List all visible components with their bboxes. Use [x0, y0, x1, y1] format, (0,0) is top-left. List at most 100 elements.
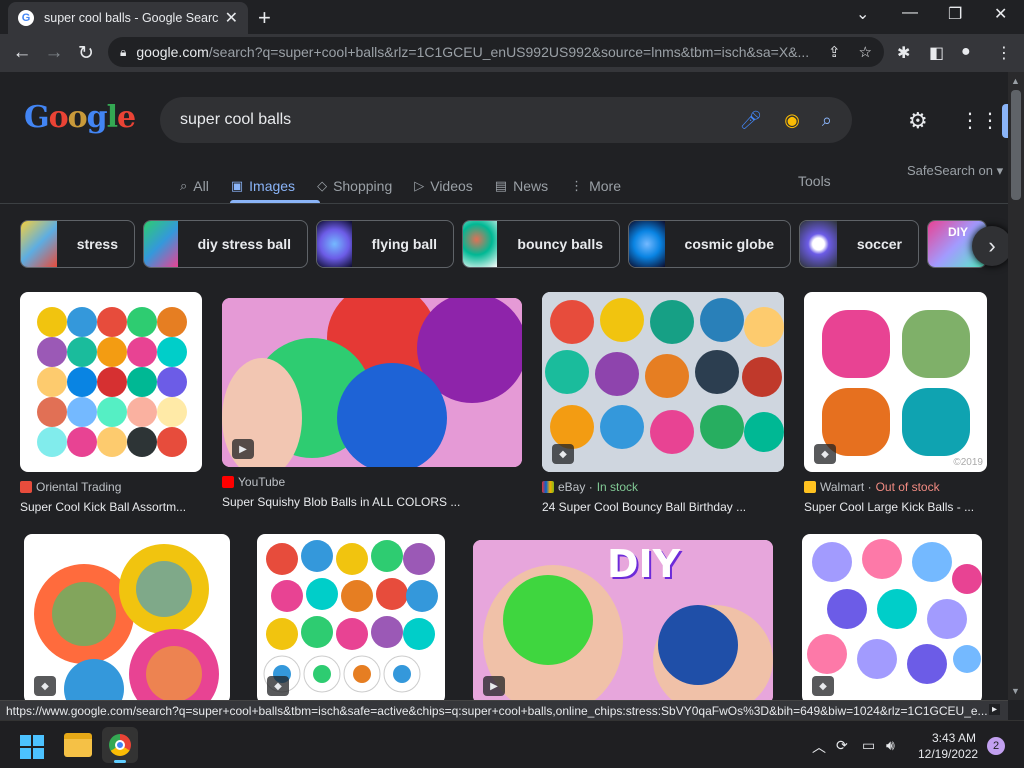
video-play-icon: ▶: [483, 676, 505, 696]
source-favicon-icon: [20, 481, 32, 493]
image-result-card[interactable]: ▶ YouTube Super Squishy Blob Balls in AL…: [222, 298, 522, 509]
chip-flying-ball[interactable]: flying ball: [316, 220, 454, 268]
scroll-down-arrow-icon[interactable]: ▼: [1011, 686, 1020, 696]
close-window-button[interactable]: ✕: [994, 4, 1007, 24]
image-result-card[interactable]: ◆ ©2019 Walmart · Out of stock Super Cool…: [804, 292, 987, 514]
chips-next-arrow-icon[interactable]: ›: [972, 226, 1008, 266]
image-result-card[interactable]: Oriental Trading Super Cool Kick Ball As…: [20, 292, 202, 514]
result-source: Oriental Trading: [20, 480, 202, 494]
image-result-card[interactable]: ◆: [257, 534, 445, 700]
result-image[interactable]: ◆: [802, 534, 982, 700]
profile-icon[interactable]: ●: [961, 43, 971, 61]
image-result-card[interactable]: ◆: [24, 534, 230, 700]
chip-soccer[interactable]: soccer: [799, 220, 919, 268]
extensions-icon[interactable]: ✱: [897, 43, 910, 63]
chip-thumbnail: [317, 221, 352, 267]
google-doodle-logo[interactable]: Google: [24, 100, 136, 135]
chip-thumbnail: [21, 221, 57, 267]
back-button[interactable]: ←: [6, 42, 38, 64]
image-result-card[interactable]: ◆: [802, 534, 982, 700]
result-image[interactable]: [20, 292, 202, 472]
image-result-card[interactable]: ◆ eBay · In stock 24 Super Cool Bouncy Ba…: [542, 292, 784, 514]
minimize-button[interactable]: —: [902, 4, 918, 22]
kick-balls-illustration: [37, 307, 187, 457]
safesearch-toggle[interactable]: SafeSearch on ▾: [907, 163, 1003, 179]
browser-tab-strip: G super cool balls - Google Search ✕ + ⌄…: [0, 0, 1024, 34]
lock-icon[interactable]: 🔒︎: [120, 45, 126, 60]
result-image[interactable]: ▶: [222, 298, 522, 467]
play-icon: ▷: [414, 178, 425, 193]
result-source: Walmart · Out of stock: [804, 480, 987, 494]
lens-camera-icon[interactable]: ◉: [784, 110, 800, 131]
share-icon[interactable]: ⇪: [828, 43, 841, 61]
tools-button[interactable]: Tools: [798, 173, 831, 189]
url-text[interactable]: google.com/search?q=super+cool+balls&rlz…: [136, 44, 810, 60]
new-tab-button[interactable]: +: [258, 5, 271, 31]
result-image[interactable]: ◆: [24, 534, 230, 700]
tab-videos[interactable]: ▷ Videos: [414, 172, 473, 200]
google-apps-icon[interactable]: ⋮⋮⋮: [960, 108, 1008, 133]
sync-icon[interactable]: ⟳: [836, 737, 848, 754]
side-panel-icon[interactable]: ◧: [929, 43, 944, 63]
shopping-tag-icon: ◆: [812, 676, 834, 696]
result-image[interactable]: ◆: [257, 534, 445, 700]
scroll-up-arrow-icon[interactable]: ▲: [1011, 76, 1020, 86]
chip-diy-stress-ball[interactable]: diy stress ball: [143, 220, 308, 268]
newspaper-icon: ▤: [494, 178, 508, 193]
microphone-icon[interactable]: 🎤︎: [739, 110, 762, 131]
result-image[interactable]: ◆: [542, 292, 784, 472]
youtube-favicon-icon: [222, 476, 234, 488]
tray-chevron-up-icon[interactable]: ︿: [812, 737, 826, 757]
tab-more[interactable]: ⋮ More: [570, 172, 621, 200]
image-result-card[interactable]: DIY ▶: [473, 540, 773, 700]
result-title[interactable]: 24 Super Cool Bouncy Ball Birthday ...: [542, 500, 784, 514]
tab-title: super cool balls - Google Search: [44, 11, 219, 25]
reload-button[interactable]: ↻: [70, 42, 102, 65]
network-icon[interactable]: ▭: [862, 737, 875, 754]
link-status-bar: https://www.google.com/search?q=super+co…: [0, 700, 1008, 720]
volume-icon[interactable]: 🔊︎: [886, 737, 895, 754]
settings-gear-icon[interactable]: ⚙: [908, 108, 928, 134]
result-image[interactable]: DIY ▶: [473, 540, 773, 700]
search-type-tabs: ⌕ All ▣ Images ◇ Shopping ▷ Videos ▤ News ⋮ Mo…: [180, 172, 643, 200]
chip-cosmic-globe[interactable]: cosmic globe: [628, 220, 791, 268]
image-watermark: ©2019: [953, 457, 983, 468]
tab-news[interactable]: ▤ News: [495, 172, 548, 200]
chip-stress[interactable]: stress: [20, 220, 135, 268]
chrome-menu-icon[interactable]: ⋮: [996, 43, 1012, 63]
bookmark-star-icon[interactable]: ☆: [859, 43, 872, 61]
browser-toolbar: ← → ↻ 🔒︎ google.com/search?q=super+cool+…: [0, 34, 1024, 72]
system-clock[interactable]: 3:43 AM 12/19/2022: [918, 730, 978, 762]
tab-search-icon[interactable]: ⌄: [856, 4, 869, 24]
search-input[interactable]: super cool balls: [180, 111, 717, 129]
notification-badge[interactable]: 2: [987, 737, 1005, 755]
result-title[interactable]: Super Cool Large Kick Balls - ...: [804, 500, 987, 514]
file-explorer-icon[interactable]: [64, 733, 92, 757]
restore-button[interactable]: ❐: [948, 4, 962, 24]
chip-bouncy-balls[interactable]: bouncy balls: [462, 220, 620, 268]
result-image[interactable]: ◆ ©2019: [804, 292, 987, 472]
status-expand-icon: ▸: [988, 704, 1000, 715]
tab-all[interactable]: ⌕ All: [180, 172, 209, 200]
windows-start-icon[interactable]: [20, 735, 44, 759]
shopping-tag-icon: ◆: [552, 444, 574, 464]
tag-icon: ◇: [317, 178, 328, 193]
windows-taskbar: ︿ ⟳ ▭ 🔊︎ 3:43 AM 12/19/2022 2: [0, 720, 1024, 768]
result-title[interactable]: Super Cool Kick Ball Assortm...: [20, 500, 202, 514]
bouncy-balls-illustration: [542, 292, 784, 472]
diy-overlay-text: DIY: [607, 542, 681, 586]
forward-button[interactable]: →: [38, 42, 70, 64]
chrome-taskbar-icon[interactable]: [102, 727, 138, 763]
search-box[interactable]: super cool balls 🎤︎ ◉ ⌕: [160, 97, 852, 143]
result-title[interactable]: Super Squishy Blob Balls in ALL COLORS .…: [222, 495, 522, 509]
tab-images[interactable]: ▣ Images: [231, 172, 295, 200]
chip-thumbnail: [629, 221, 665, 267]
address-bar[interactable]: 🔒︎ google.com/search?q=super+cool+balls&…: [108, 37, 884, 67]
search-icon[interactable]: ⌕: [822, 110, 832, 131]
browser-tab[interactable]: G super cool balls - Google Search ✕: [8, 2, 248, 34]
page-scrollbar[interactable]: ▲ ▼: [1008, 72, 1024, 700]
status-url: https://www.google.com/search?q=super+co…: [6, 704, 988, 718]
tab-shopping[interactable]: ◇ Shopping: [317, 172, 392, 200]
tab-close-icon[interactable]: ✕: [225, 8, 238, 28]
scrollbar-thumb[interactable]: [1011, 90, 1021, 200]
